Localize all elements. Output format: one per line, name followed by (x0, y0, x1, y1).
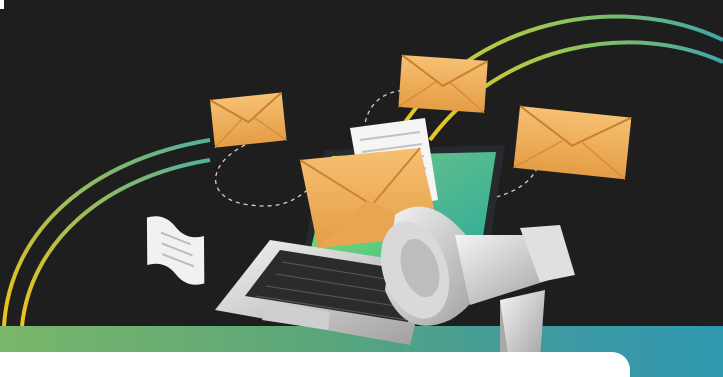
illustration-stage (0, 0, 723, 377)
document-icon (146, 216, 205, 285)
envelope-icon (397, 54, 489, 114)
envelope-icon (209, 91, 288, 149)
illustration-svg (2, 14, 723, 368)
envelope-icon (513, 105, 632, 180)
content-card (0, 352, 630, 377)
